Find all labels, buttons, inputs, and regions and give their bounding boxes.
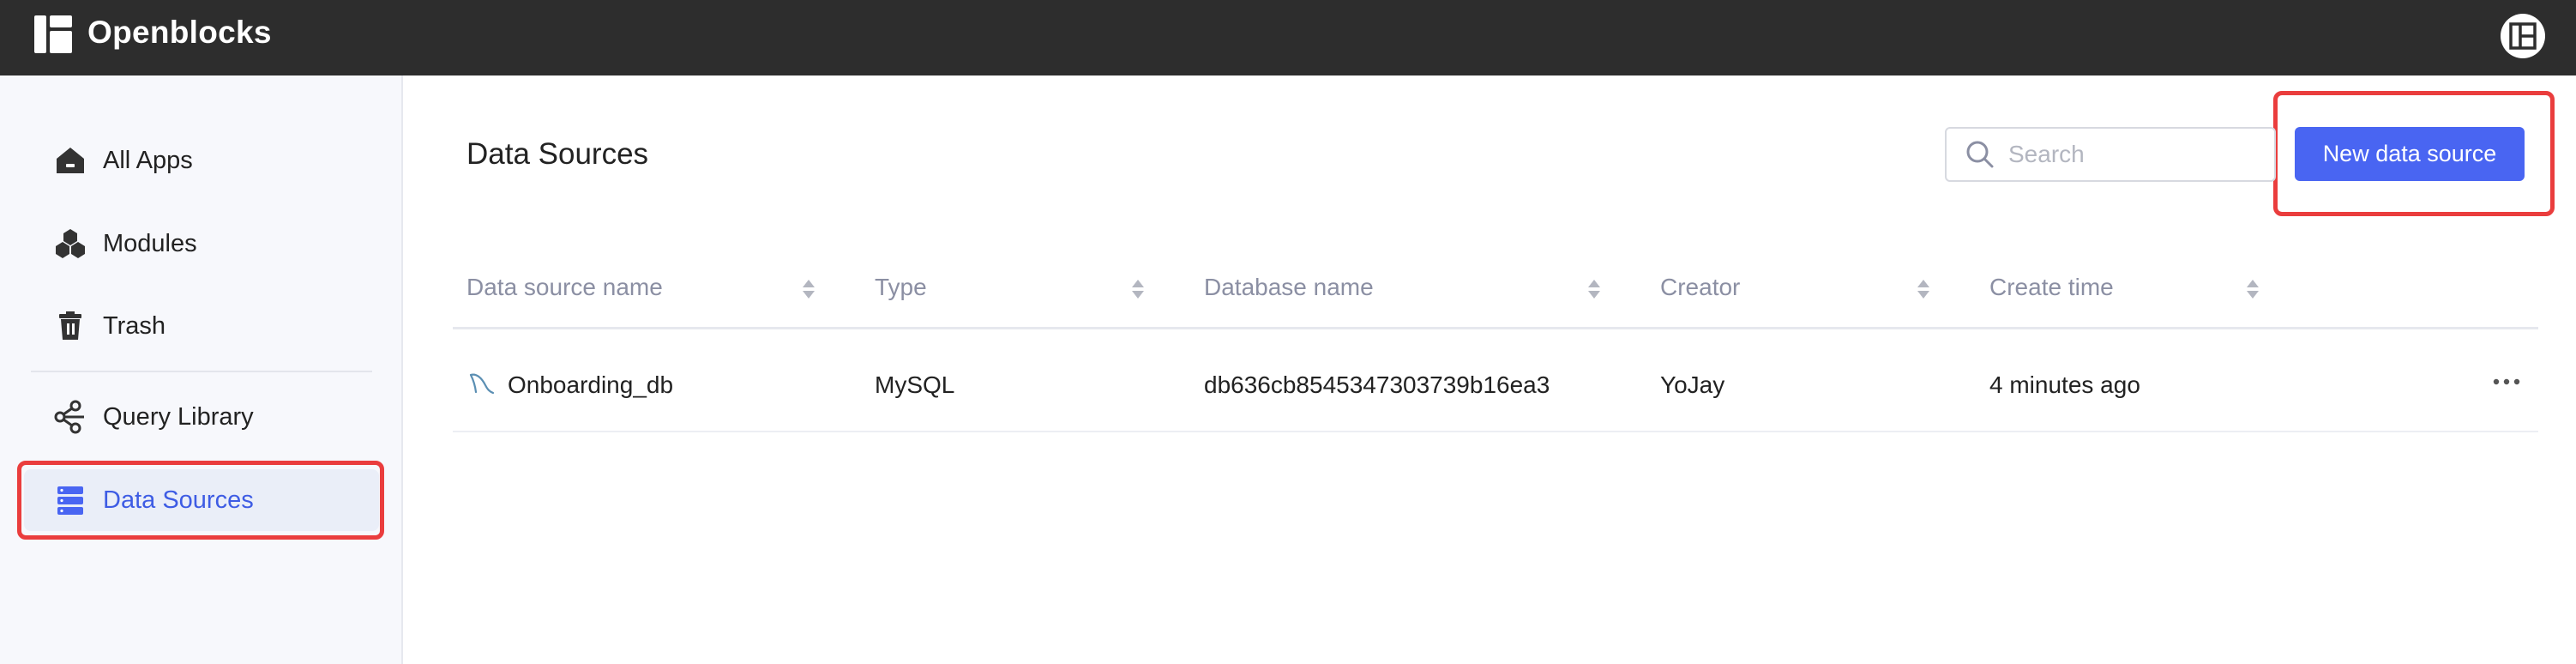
- sort-icon[interactable]: [1130, 276, 1146, 302]
- column-header-create-time[interactable]: Create time: [1989, 257, 2114, 329]
- search-icon: [1966, 141, 1994, 168]
- column-header-name[interactable]: Data source name: [466, 257, 663, 329]
- sidebar-item-label: All Apps: [103, 146, 193, 174]
- cell-data-source-name[interactable]: Onboarding_db: [508, 332, 673, 430]
- sidebar-item-query-library[interactable]: Query Library: [24, 386, 379, 448]
- sort-icon[interactable]: [2245, 276, 2260, 302]
- sidebar-item-label: Query Library: [103, 402, 254, 431]
- sort-icon[interactable]: [1916, 276, 1931, 302]
- cell-database-name: db636cb8545347303739b16ea3: [1204, 371, 1550, 398]
- sidebar-item-modules[interactable]: Modules: [24, 213, 379, 275]
- sidebar-item-data-sources[interactable]: Data Sources: [24, 469, 379, 531]
- new-data-source-button[interactable]: New data source: [2295, 127, 2525, 181]
- sidebar-divider: [31, 371, 372, 372]
- data-sources-icon: [57, 486, 83, 515]
- page-title: Data Sources: [466, 137, 649, 171]
- sidebar-item-label: Data Sources: [103, 486, 254, 514]
- sidebar-item-label: Modules: [103, 229, 197, 257]
- home-icon: [57, 148, 84, 173]
- column-header-creator[interactable]: Creator: [1660, 257, 1740, 329]
- column-header-type[interactable]: Type: [875, 257, 927, 329]
- search-input[interactable]: [2007, 140, 2259, 169]
- sidebar: All Apps Modules Trash Query Library Dat…: [0, 75, 403, 664]
- table-row[interactable]: Onboarding_db MySQL db636cb8545347303739…: [453, 332, 2538, 432]
- openblocks-logo-icon: [34, 15, 72, 53]
- mysql-icon: [469, 373, 495, 395]
- column-header-database[interactable]: Database name: [1204, 257, 1374, 329]
- cell-creator: YoJay: [1660, 371, 1725, 398]
- more-options-icon[interactable]: [2492, 373, 2521, 390]
- cell-create-time: 4 minutes ago: [1989, 371, 2140, 398]
- sidebar-item-trash[interactable]: Trash: [24, 295, 379, 357]
- trash-icon: [59, 311, 81, 340]
- sort-icon[interactable]: [1586, 276, 1602, 302]
- modules-icon: [56, 229, 85, 258]
- cell-type: MySQL: [875, 371, 955, 398]
- top-bar: Openblocks: [0, 0, 2576, 75]
- search-box[interactable]: [1945, 127, 2276, 182]
- user-profile-icon[interactable]: [2500, 13, 2546, 59]
- table-header: Data source name Type Database name Crea…: [453, 257, 2538, 329]
- sidebar-item-label: Trash: [103, 311, 166, 340]
- sort-icon[interactable]: [801, 276, 816, 302]
- sidebar-item-all-apps[interactable]: All Apps: [24, 130, 379, 191]
- query-library-icon: [54, 400, 84, 434]
- app-name: Openblocks: [87, 15, 272, 50]
